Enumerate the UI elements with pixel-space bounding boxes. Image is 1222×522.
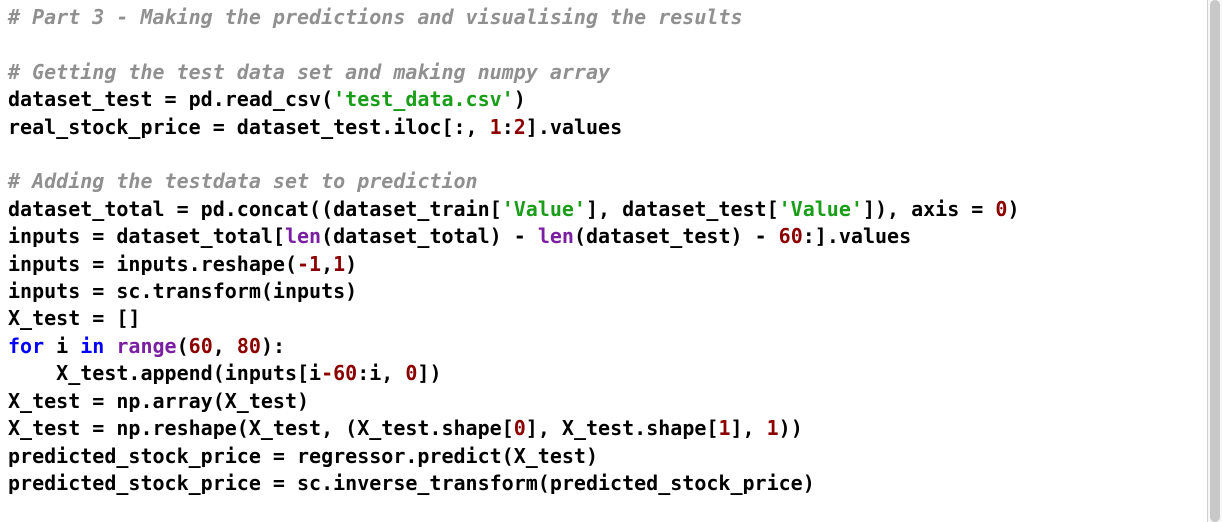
code-token: , xyxy=(321,252,333,276)
code-token: ): xyxy=(261,334,285,358)
code-token: 60 xyxy=(779,224,803,248)
code-token: in xyxy=(80,334,104,358)
code-token: for xyxy=(8,334,44,358)
code-token: dataset_test = pd.read_csv( xyxy=(8,87,333,111)
code-token: ) xyxy=(345,252,357,276)
comment-text: # Getting the test data set and making n… xyxy=(8,60,610,84)
code-line[interactable]: predicted_stock_price = regressor.predic… xyxy=(8,443,1214,470)
code-token: 0 xyxy=(995,197,1007,221)
code-token xyxy=(104,334,116,358)
code-token: dataset_total = pd.concat((dataset_train… xyxy=(8,197,502,221)
code-token: range xyxy=(116,334,176,358)
code-token: 1 xyxy=(767,416,779,440)
code-line[interactable]: X_test = [] xyxy=(8,305,1214,332)
code-line[interactable] xyxy=(8,141,1214,168)
code-token: predicted_stock_price = regressor.predic… xyxy=(8,444,598,468)
code-token: i xyxy=(44,334,80,358)
code-line[interactable]: # Adding the testdata set to prediction xyxy=(8,168,1214,195)
code-token: len xyxy=(285,224,321,248)
code-token: 2 xyxy=(514,115,526,139)
code-line[interactable]: for i in range(60, 80): xyxy=(8,333,1214,360)
code-line[interactable]: inputs = sc.transform(inputs) xyxy=(8,278,1214,305)
code-token: -60 xyxy=(321,361,357,385)
code-token: ], dataset_test[ xyxy=(586,197,779,221)
code-token: inputs = inputs.reshape( xyxy=(8,252,297,276)
code-token: ]) xyxy=(417,361,441,385)
code-line[interactable]: inputs = inputs.reshape(-1,1) xyxy=(8,251,1214,278)
code-token: :].values xyxy=(803,224,911,248)
code-line[interactable]: # Getting the test data set and making n… xyxy=(8,59,1214,86)
code-token: 60 xyxy=(189,334,213,358)
code-line[interactable]: predicted_stock_price = sc.inverse_trans… xyxy=(8,470,1214,497)
code-token: )) xyxy=(779,416,803,440)
code-line[interactable]: X_test = np.array(X_test) xyxy=(8,388,1214,415)
code-token: 'Value' xyxy=(502,197,586,221)
scrollbar-thumb[interactable] xyxy=(1210,0,1220,522)
comment-text: # Adding the testdata set to prediction xyxy=(8,169,478,193)
code-editor[interactable]: # Part 3 - Making the predictions and vi… xyxy=(0,0,1222,501)
code-token: inputs = dataset_total[ xyxy=(8,224,285,248)
code-token: ], X_test.shape[ xyxy=(526,416,719,440)
code-token: 0 xyxy=(514,416,526,440)
code-token: -1 xyxy=(297,252,321,276)
code-line[interactable] xyxy=(8,31,1214,58)
code-token: 'test_data.csv' xyxy=(333,87,514,111)
code-token: X_test = [] xyxy=(8,306,140,330)
code-token: 1 xyxy=(333,252,345,276)
code-token: ) xyxy=(514,87,526,111)
code-token: ]), axis = xyxy=(863,197,995,221)
code-token: ) xyxy=(1007,197,1019,221)
code-line[interactable]: inputs = dataset_total[len(dataset_total… xyxy=(8,223,1214,250)
code-token: , xyxy=(213,334,237,358)
code-token: ].values xyxy=(526,115,622,139)
code-line[interactable]: real_stock_price = dataset_test.iloc[:, … xyxy=(8,114,1214,141)
code-token: (dataset_total) - xyxy=(321,224,538,248)
code-token: (dataset_test) - xyxy=(574,224,779,248)
code-token: X_test.append(inputs[i xyxy=(8,361,321,385)
code-token: predicted_stock_price = sc.inverse_trans… xyxy=(8,471,815,495)
code-token: 1 xyxy=(718,416,730,440)
code-token: 'Value' xyxy=(779,197,863,221)
code-token: :i, xyxy=(357,361,405,385)
code-token: ], xyxy=(730,416,766,440)
comment-text: # Part 3 - Making the predictions and vi… xyxy=(8,5,743,29)
code-line[interactable]: dataset_test = pd.read_csv('test_data.cs… xyxy=(8,86,1214,113)
code-line[interactable]: X_test = np.reshape(X_test, (X_test.shap… xyxy=(8,415,1214,442)
code-token: 1 xyxy=(490,115,502,139)
code-token: X_test = np.array(X_test) xyxy=(8,389,309,413)
code-token: 80 xyxy=(237,334,261,358)
code-token: real_stock_price = dataset_test.iloc[:, xyxy=(8,115,490,139)
code-token: len xyxy=(538,224,574,248)
code-cell[interactable]: # Part 3 - Making the predictions and vi… xyxy=(0,0,1222,522)
code-line[interactable]: dataset_total = pd.concat((dataset_train… xyxy=(8,196,1214,223)
code-line[interactable]: X_test.append(inputs[i-60:i, 0]) xyxy=(8,360,1214,387)
code-token: ( xyxy=(177,334,189,358)
code-token: inputs = sc.transform(inputs) xyxy=(8,279,357,303)
code-line[interactable]: # Part 3 - Making the predictions and vi… xyxy=(8,4,1214,31)
vertical-scrollbar[interactable] xyxy=(1207,0,1222,522)
code-token: : xyxy=(502,115,514,139)
code-token: 0 xyxy=(405,361,417,385)
code-token: X_test = np.reshape(X_test, (X_test.shap… xyxy=(8,416,514,440)
